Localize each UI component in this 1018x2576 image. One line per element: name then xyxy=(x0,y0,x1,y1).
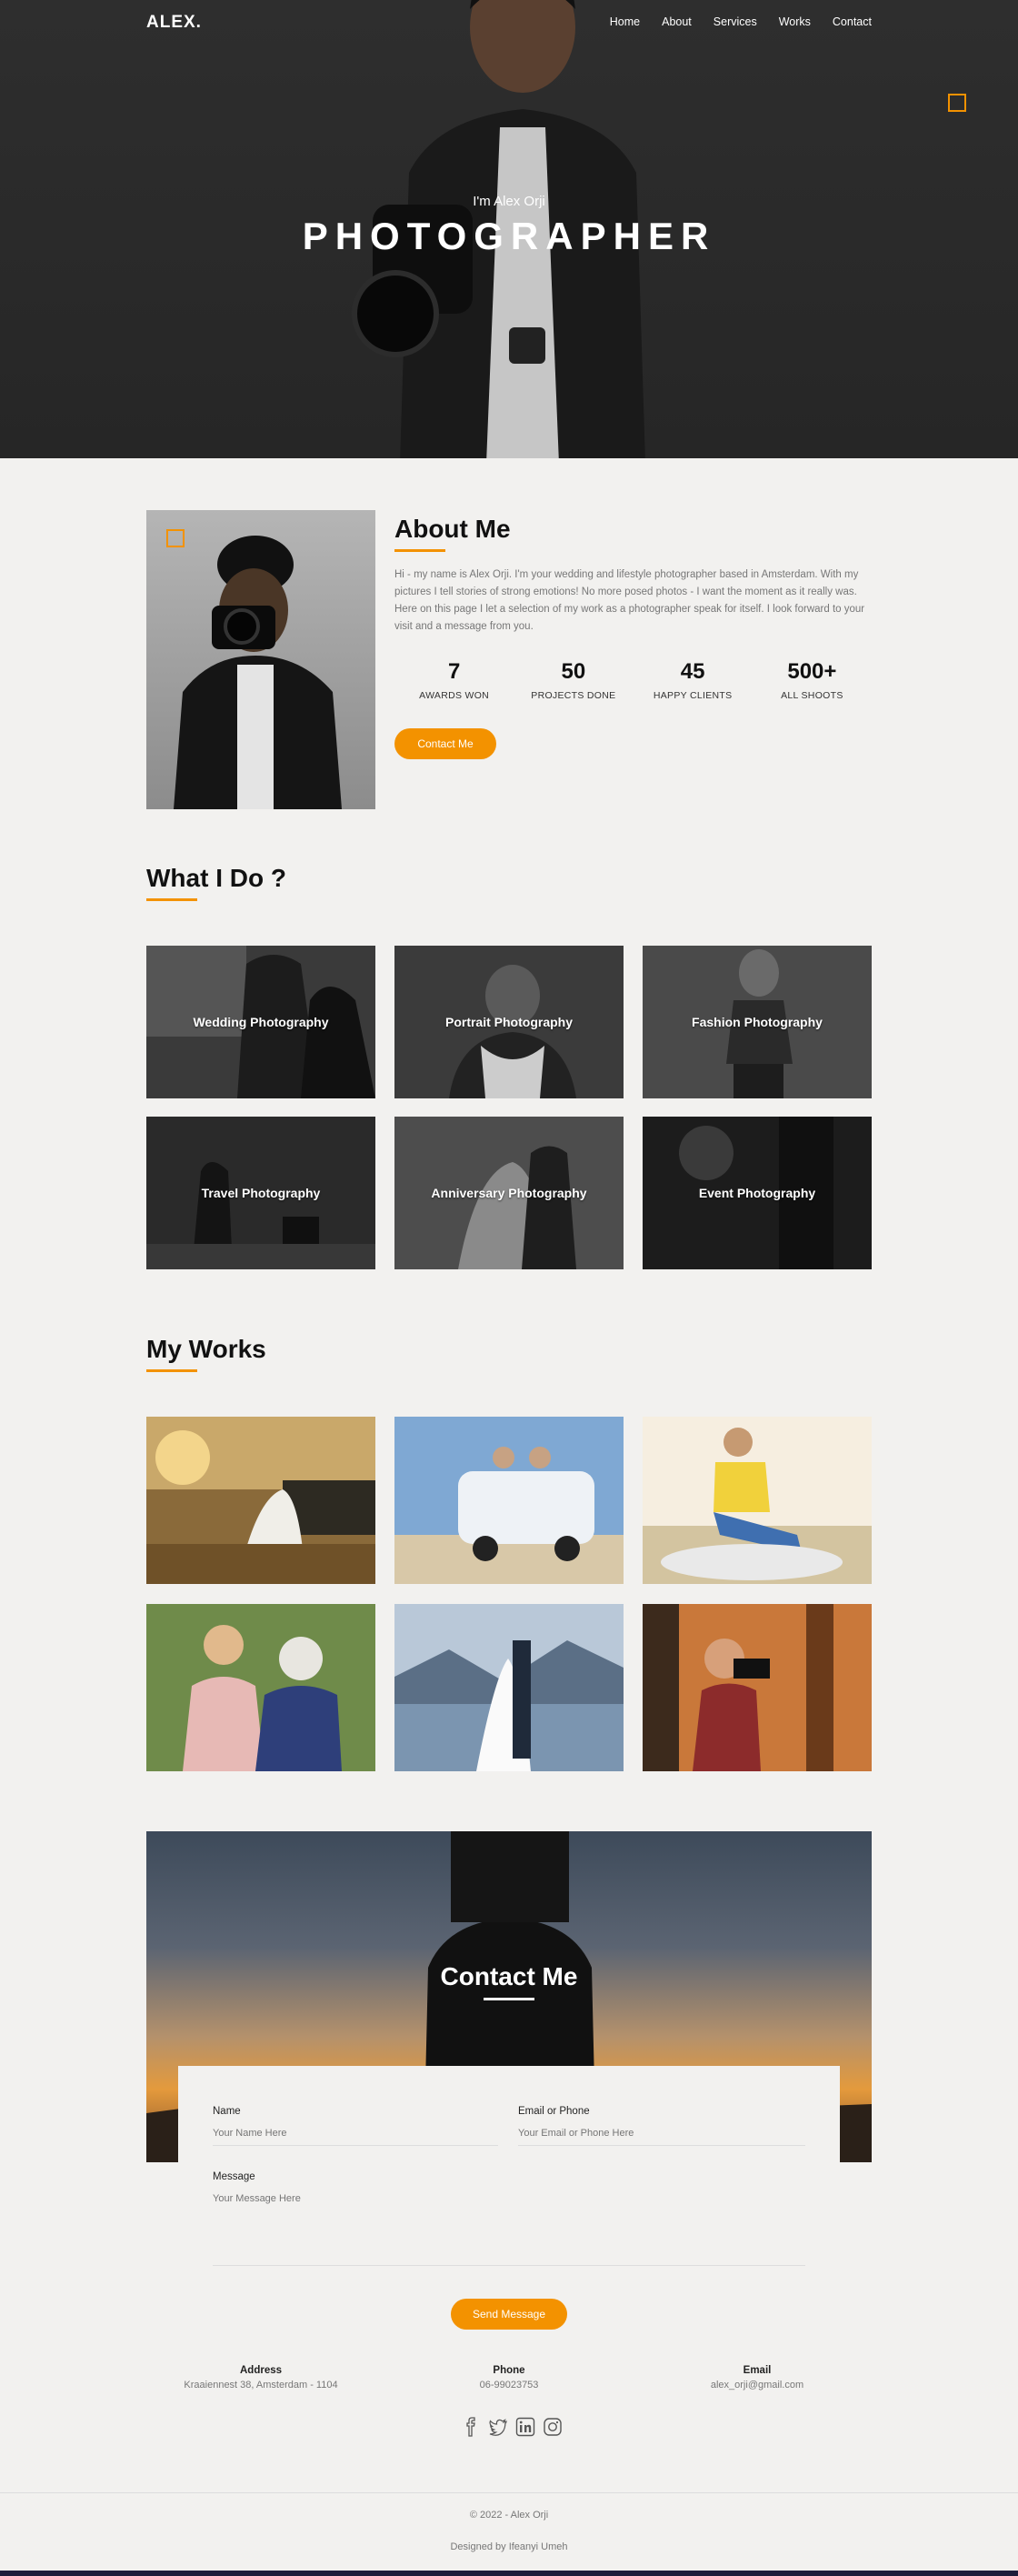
address-value: Kraaiennest 38, Amsterdam - 1104 xyxy=(184,2380,338,2391)
about-title: About Me xyxy=(394,515,511,543)
email-input[interactable] xyxy=(518,2128,805,2146)
nav-home[interactable]: Home xyxy=(610,15,640,28)
stat-value: 500+ xyxy=(787,659,837,684)
work-photo-van-beach[interactable] xyxy=(394,1417,624,1584)
service-label: Travel Photography xyxy=(201,1186,321,1200)
nav-works[interactable]: Works xyxy=(779,15,811,28)
stat-value: 7 xyxy=(447,659,461,684)
decorative-square xyxy=(948,94,966,112)
stat-projects: 50 PROJECTS DONE xyxy=(514,659,633,701)
service-card-anniversary[interactable]: Anniversary Photography xyxy=(394,1117,624,1269)
email-label: Email or Phone xyxy=(518,2106,590,2117)
stat-label: PROJECTS DONE xyxy=(531,690,616,701)
service-label: Wedding Photography xyxy=(193,1015,329,1029)
facebook-icon[interactable] xyxy=(461,2417,481,2437)
hero-section: ALEX. Home About Services Works Contact … xyxy=(0,0,1018,458)
service-card-travel[interactable]: Travel Photography xyxy=(146,1117,375,1269)
work-photo-wedding-sunset[interactable] xyxy=(146,1417,375,1584)
works-title: My Works xyxy=(146,1335,266,1363)
service-label: Portrait Photography xyxy=(444,1015,573,1029)
address-info: Address Kraaiennest 38, Amsterdam - 1104 xyxy=(134,2365,388,2391)
about-description: Hi - my name is Alex Orji. I'm your wedd… xyxy=(394,569,865,632)
address-title: Address xyxy=(239,2365,283,2376)
stat-label: HAPPY CLIENTS xyxy=(653,690,733,701)
message-label: Message xyxy=(213,2171,255,2182)
stat-awards: 7 AWARDS WON xyxy=(394,659,514,701)
title-underline xyxy=(146,1369,197,1372)
stat-label: AWARDS WON xyxy=(419,690,490,701)
message-input[interactable] xyxy=(213,2193,805,2266)
footer-credit: Designed by Ifeanyi Umeh xyxy=(450,2541,568,2552)
hero-title: PHOTOGRAPHER xyxy=(302,215,716,257)
main-nav: Home About Services Works Contact xyxy=(610,15,872,28)
service-card-wedding[interactable]: Wedding Photography xyxy=(146,946,375,1098)
stat-value: 50 xyxy=(561,659,586,684)
phone-value[interactable]: 06-99023753 xyxy=(382,2380,636,2391)
hero-subtitle: I'm Alex Orji xyxy=(473,194,545,209)
contact-title: Contact Me xyxy=(440,1962,578,1990)
email-info: Email alex_orji@gmail.com xyxy=(630,2365,884,2391)
send-message-button[interactable]: Send Message xyxy=(451,2299,567,2330)
work-photo-forest-camera[interactable] xyxy=(643,1604,872,1771)
services-title: What I Do ? xyxy=(146,864,286,892)
nav-services[interactable]: Services xyxy=(714,15,757,28)
stat-clients: 45 HAPPY CLIENTS xyxy=(634,659,753,701)
instagram-icon[interactable] xyxy=(543,2417,563,2437)
phone-title: Phone xyxy=(493,2365,525,2376)
about-photo xyxy=(146,510,375,809)
work-photo-grandma[interactable] xyxy=(146,1604,375,1771)
linkedin-icon[interactable] xyxy=(515,2417,535,2437)
name-input[interactable] xyxy=(213,2128,498,2146)
stat-shoots: 500+ ALL SHOOTS xyxy=(753,659,872,701)
contact-me-button[interactable]: Contact Me xyxy=(394,728,496,759)
email-title: Email xyxy=(743,2365,772,2376)
service-label: Anniversary Photography xyxy=(431,1186,587,1200)
site-logo[interactable]: ALEX. xyxy=(146,13,202,33)
title-underline xyxy=(394,549,445,552)
contact-form: Name Email or Phone Message xyxy=(178,2066,840,2302)
email-value[interactable]: alex_orji@gmail.com xyxy=(630,2380,884,2391)
twitter-icon[interactable] xyxy=(488,2417,508,2437)
work-photo-bride-lake[interactable] xyxy=(394,1604,624,1771)
footer-copyright: © 2022 - Alex Orji xyxy=(469,2510,549,2521)
footer-divider xyxy=(0,2492,1018,2493)
service-card-event[interactable]: Event Photography xyxy=(643,1117,872,1269)
stat-label: ALL SHOOTS xyxy=(781,690,843,701)
social-links xyxy=(461,2417,563,2437)
decorative-square xyxy=(166,529,185,547)
service-card-fashion[interactable]: Fashion Photography xyxy=(643,946,872,1098)
phone-info: Phone 06-99023753 xyxy=(382,2365,636,2391)
service-label: Event Photography xyxy=(698,1186,816,1200)
nav-contact[interactable]: Contact xyxy=(833,15,872,28)
bottom-bar xyxy=(0,2571,1018,2576)
stats-row: 7 AWARDS WON 50 PROJECTS DONE 45 HAPPY C… xyxy=(394,659,872,701)
service-label: Fashion Photography xyxy=(692,1015,823,1029)
title-underline xyxy=(146,898,197,901)
name-label: Name xyxy=(213,2106,241,2117)
service-card-portrait[interactable]: Portrait Photography xyxy=(394,946,624,1098)
nav-about[interactable]: About xyxy=(662,15,692,28)
title-underline xyxy=(484,1998,534,2000)
work-photo-sitting-car[interactable] xyxy=(643,1417,872,1584)
stat-value: 45 xyxy=(680,659,705,684)
